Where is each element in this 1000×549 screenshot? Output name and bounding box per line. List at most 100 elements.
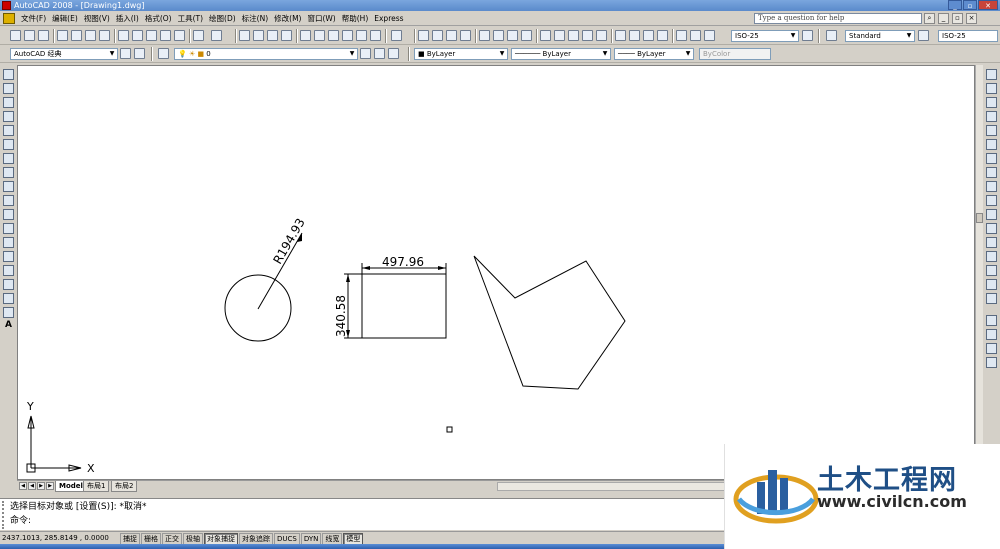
workspace-dropdown[interactable]: AutoCAD 经典 ▼ xyxy=(10,48,118,60)
menu-dimension[interactable]: 标注(N) xyxy=(239,11,271,26)
menu-format[interactable]: 格式(O) xyxy=(142,11,175,26)
break-icon[interactable] xyxy=(986,237,997,248)
redo-icon[interactable] xyxy=(211,30,222,41)
mirror-icon[interactable] xyxy=(986,97,997,108)
help-search-icon[interactable]: ⌕ xyxy=(924,13,935,24)
polygon-icon[interactable] xyxy=(3,111,14,122)
command-prompt[interactable]: 命令: xyxy=(10,515,31,527)
ellipse-icon[interactable] xyxy=(3,195,14,206)
maximize-button[interactable]: ▫ xyxy=(963,0,977,10)
scale-icon[interactable] xyxy=(986,167,997,178)
color-dropdown[interactable]: ■ ByLayer ▼ xyxy=(414,48,508,60)
menu-window[interactable]: 窗口(W) xyxy=(304,11,338,26)
zoom-window-icon[interactable] xyxy=(267,30,278,41)
tab-layout2[interactable]: 布局2 xyxy=(111,481,138,492)
print-icon[interactable] xyxy=(57,30,68,41)
width-dimension-text[interactable]: 497.96 xyxy=(382,255,424,269)
publish-icon[interactable] xyxy=(85,30,96,41)
last-tab-icon[interactable]: ▶ xyxy=(46,482,54,490)
make-block-icon[interactable] xyxy=(3,237,14,248)
arc-icon[interactable] xyxy=(3,139,14,150)
open-icon[interactable] xyxy=(24,30,35,41)
make-current-layer-icon[interactable] xyxy=(360,48,371,59)
trim-icon[interactable] xyxy=(986,195,997,206)
copy-icon[interactable] xyxy=(132,30,143,41)
next-tab-icon[interactable]: ▶ xyxy=(37,482,45,490)
point-icon[interactable] xyxy=(3,251,14,262)
tab-layout1[interactable]: 布局1 xyxy=(83,481,110,492)
menu-edit[interactable]: 编辑(E) xyxy=(49,11,81,26)
pan-icon[interactable] xyxy=(239,30,250,41)
doc-restore-button[interactable]: ▫ xyxy=(952,13,963,24)
dim-ordinate-icon[interactable] xyxy=(460,30,471,41)
calculator-icon[interactable] xyxy=(370,30,381,41)
zoom-realtime-icon[interactable] xyxy=(253,30,264,41)
menu-draw[interactable]: 绘图(D) xyxy=(206,11,239,26)
mtext-icon[interactable]: A xyxy=(3,321,14,332)
paste-icon[interactable] xyxy=(146,30,157,41)
gradient-icon[interactable] xyxy=(3,279,14,290)
dim-edit-icon[interactable] xyxy=(676,30,687,41)
rotate-icon[interactable] xyxy=(986,153,997,164)
erase-icon[interactable] xyxy=(986,69,997,80)
table-icon[interactable] xyxy=(3,307,14,318)
doc-minimize-button[interactable]: _ xyxy=(938,13,949,24)
close-button[interactable]: ✕ xyxy=(978,0,998,10)
first-tab-icon[interactable]: ◀ xyxy=(19,482,27,490)
help-icon[interactable] xyxy=(391,30,402,41)
menu-insert[interactable]: 插入(I) xyxy=(113,11,142,26)
dim-radius-icon[interactable] xyxy=(479,30,490,41)
drawing-canvas[interactable]: R194.93 497.96 340.58 Y X xyxy=(17,65,975,480)
circle-icon[interactable] xyxy=(3,153,14,164)
spline-icon[interactable] xyxy=(3,181,14,192)
menu-view[interactable]: 视图(V) xyxy=(81,11,113,26)
layer-dropdown[interactable]: 💡 ☀ ■ 0 ▼ xyxy=(174,48,358,60)
menu-file[interactable]: 文件(F) xyxy=(18,11,49,26)
scrollbar-thumb[interactable] xyxy=(976,213,983,223)
array-icon[interactable] xyxy=(986,125,997,136)
dim-linear-icon[interactable] xyxy=(418,30,429,41)
save-workspace-icon[interactable] xyxy=(134,48,145,59)
inspection-icon[interactable] xyxy=(643,30,654,41)
coordinate-readout[interactable]: 2437.1013, 285.8149 , 0.0000 xyxy=(2,533,109,544)
hatch-icon[interactable] xyxy=(3,265,14,276)
tool-palettes-icon[interactable] xyxy=(328,30,339,41)
dim-text-edit-icon[interactable] xyxy=(690,30,701,41)
plot-preview-icon[interactable] xyxy=(71,30,82,41)
menu-express[interactable]: Express xyxy=(371,11,406,26)
revcloud-icon[interactable] xyxy=(3,167,14,178)
stretch-icon[interactable] xyxy=(986,181,997,192)
line-icon[interactable] xyxy=(3,69,14,80)
sheet-set-icon[interactable] xyxy=(342,30,353,41)
menu-help[interactable]: 帮助(H) xyxy=(339,11,372,26)
3d-dwf-icon[interactable] xyxy=(99,30,110,41)
new-icon[interactable] xyxy=(10,30,21,41)
move-icon[interactable] xyxy=(986,139,997,150)
tolerance-icon[interactable] xyxy=(615,30,626,41)
text-style-dropdown[interactable]: Standard ▼ xyxy=(845,30,915,42)
markup-icon[interactable] xyxy=(356,30,367,41)
dim-update-icon[interactable] xyxy=(704,30,715,41)
polyline-icon[interactable] xyxy=(3,97,14,108)
layer-manager-icon[interactable] xyxy=(158,48,169,59)
extend-icon[interactable] xyxy=(986,209,997,220)
dim-continue-icon[interactable] xyxy=(568,30,579,41)
vertical-scrollbar[interactable] xyxy=(975,65,983,480)
quick-dim-icon[interactable] xyxy=(540,30,551,41)
menu-tools[interactable]: 工具(T) xyxy=(175,11,206,26)
send-to-back-icon[interactable] xyxy=(986,343,997,354)
cut-icon[interactable] xyxy=(118,30,129,41)
explode-icon[interactable] xyxy=(986,293,997,304)
rectangle-icon[interactable] xyxy=(3,125,14,136)
layer-state-icon[interactable] xyxy=(388,48,399,59)
center-mark-icon[interactable] xyxy=(629,30,640,41)
menu-modify[interactable]: 修改(M) xyxy=(271,11,304,26)
dim-style-dropdown[interactable]: ISO-25 ▼ xyxy=(731,30,799,42)
height-dimension-text[interactable]: 340.58 xyxy=(334,295,348,337)
break-at-point-icon[interactable] xyxy=(986,223,997,234)
undo-icon[interactable] xyxy=(193,30,204,41)
construction-line-icon[interactable] xyxy=(3,83,14,94)
dim-space-icon[interactable] xyxy=(582,30,593,41)
radius-dimension-text[interactable]: R194.93 xyxy=(270,216,307,267)
prev-tab-icon[interactable]: ◀ xyxy=(28,482,36,490)
